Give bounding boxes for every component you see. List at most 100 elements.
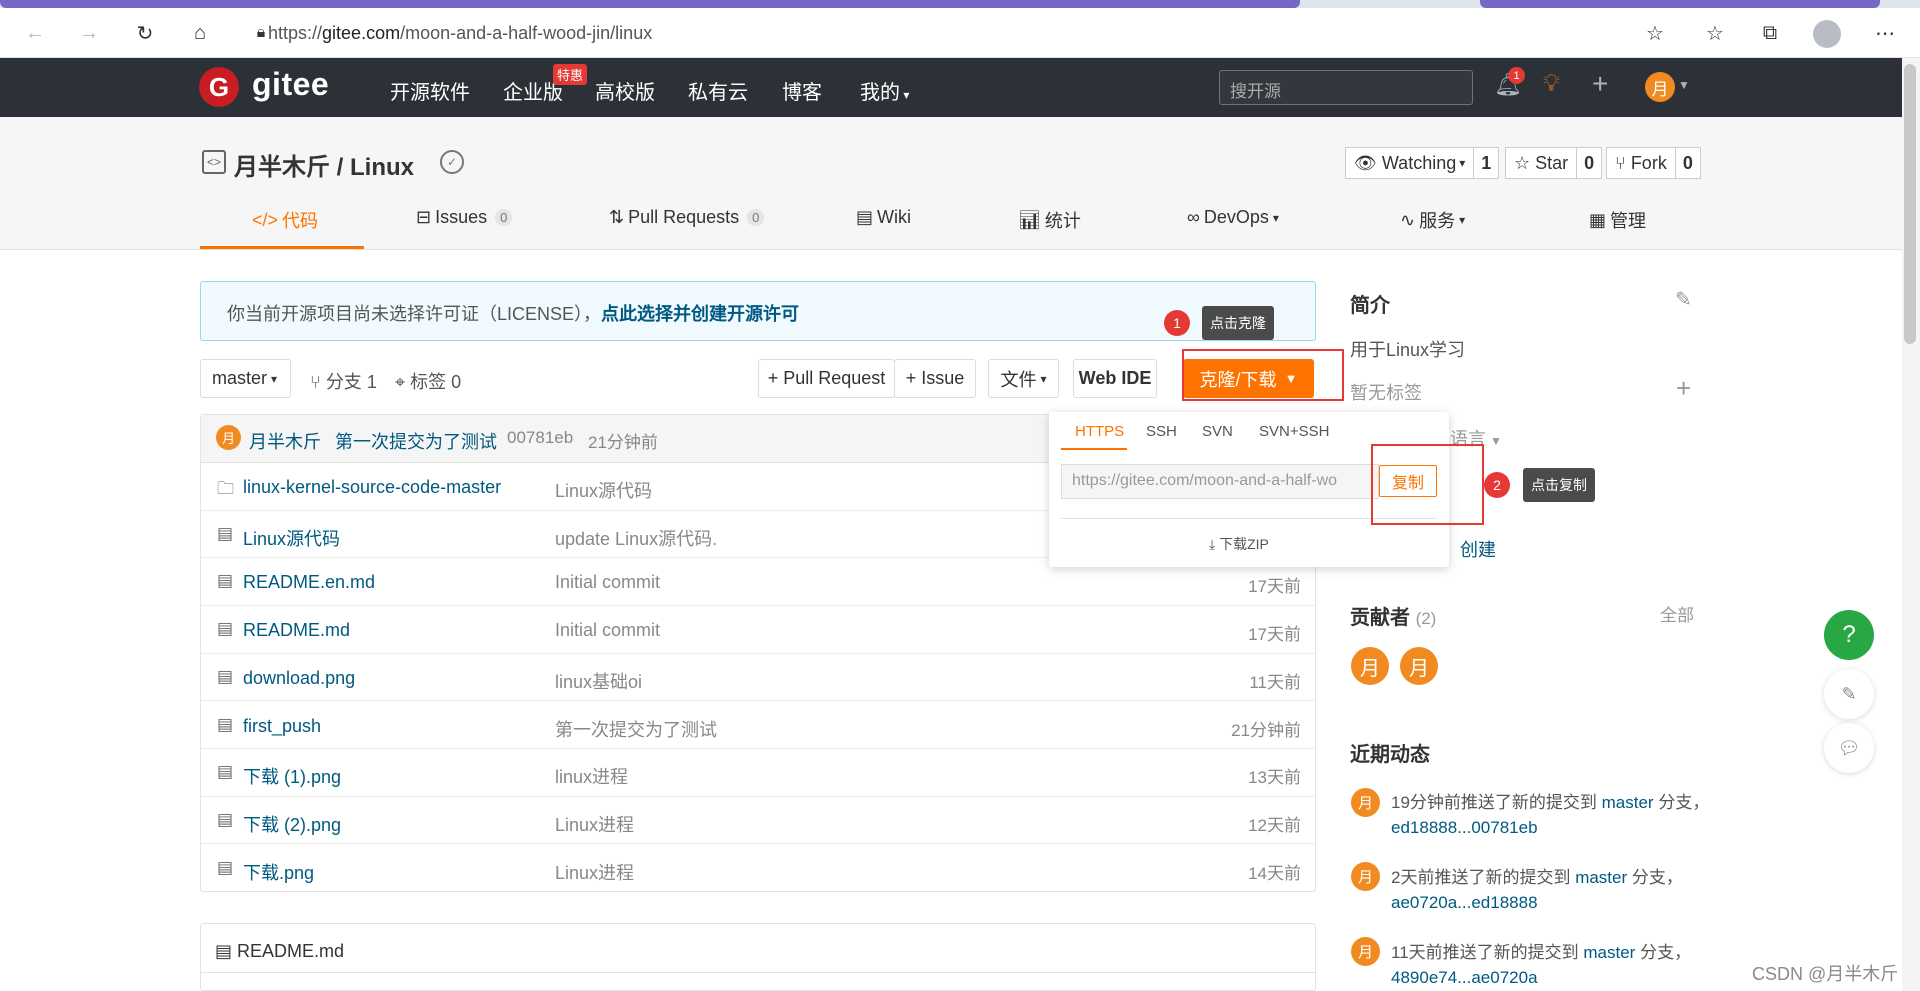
tab-https[interactable]: HTTPS: [1075, 423, 1124, 440]
file-commit-message[interactable]: update Linux源代码.: [555, 525, 717, 551]
pull-request-button[interactable]: + Pull Request: [758, 359, 895, 398]
fork-button[interactable]: ⑂ Fork 0: [1606, 147, 1701, 179]
license-create-link[interactable]: 点此选择并创建开源许可: [601, 304, 799, 324]
nav-education[interactable]: 高校版: [595, 76, 655, 105]
tab-svn-ssh[interactable]: SVN+SSH: [1259, 423, 1329, 440]
readme-header[interactable]: ▤ README.md: [215, 941, 344, 962]
nav-private-cloud[interactable]: 私有云: [688, 76, 748, 105]
home-icon[interactable]: ⌂: [185, 18, 215, 48]
edit-feedback-icon[interactable]: ✎: [1824, 669, 1874, 719]
commit-hash[interactable]: 00781eb: [507, 428, 573, 448]
activity-branch-link[interactable]: master: [1575, 868, 1627, 887]
activity-commit-range-link[interactable]: ae0720a...ed18888: [1391, 893, 1538, 912]
activity-avatar[interactable]: 月: [1351, 937, 1380, 966]
file-name-link[interactable]: 下载 (1).png: [243, 763, 341, 789]
table-row[interactable]: ▤ download.png linux基础oi 11天前: [201, 654, 1315, 702]
search-input[interactable]: 搜开源: [1219, 70, 1473, 105]
more-icon[interactable]: ⋯: [1870, 18, 1900, 48]
browser-tab-bar[interactable]: [1480, 0, 1880, 8]
watching-count[interactable]: 1: [1474, 153, 1498, 174]
chat-icon[interactable]: 💬︎: [1824, 723, 1874, 773]
file-commit-message[interactable]: linux进程: [555, 763, 628, 789]
branch-select[interactable]: master ▾: [200, 359, 291, 398]
scrollbar-thumb[interactable]: [1904, 64, 1916, 344]
forward-icon[interactable]: →: [74, 18, 104, 48]
clone-url-field[interactable]: https://gitee.com/moon-and-a-half-wo: [1061, 464, 1379, 499]
file-name-link[interactable]: README.md: [243, 620, 350, 641]
file-name-link[interactable]: README.en.md: [243, 572, 375, 593]
repo-title[interactable]: 月半木斤 / Linux: [234, 147, 414, 182]
file-commit-message[interactable]: Initial commit: [555, 620, 660, 641]
commit-author-avatar[interactable]: 月: [216, 425, 241, 450]
back-icon[interactable]: ←: [20, 18, 50, 48]
table-row[interactable]: ▤ 下载 (1).png linux进程 13天前: [201, 749, 1315, 797]
tab-wiki[interactable]: ▤ Wiki: [856, 207, 911, 228]
tab-services[interactable]: ∿ 服务 ▾: [1400, 207, 1465, 233]
create-link[interactable]: 创建: [1460, 536, 1496, 562]
chevron-down-icon[interactable]: ▼: [1678, 78, 1690, 92]
tags-link[interactable]: ⌖ 标签 0: [395, 368, 461, 394]
table-row[interactable]: ▤ first_push 第一次提交为了测试 21分钟前: [201, 702, 1315, 749]
activity-commit-range-link[interactable]: 4890e74...ae0720a: [1391, 968, 1538, 987]
file-commit-message[interactable]: Linux源代码: [555, 477, 652, 503]
activity-branch-link[interactable]: master: [1602, 793, 1654, 812]
gitee-logo-icon[interactable]: G: [199, 67, 239, 107]
edit-icon[interactable]: ✎: [1675, 287, 1692, 312]
plus-icon[interactable]: +: [1592, 68, 1608, 100]
lightbulb-icon[interactable]: 💡︎: [1543, 70, 1560, 98]
collections-icon[interactable]: ⧉: [1755, 18, 1785, 48]
file-menu-button[interactable]: 文件 ▾: [988, 359, 1059, 398]
user-avatar[interactable]: 月: [1645, 72, 1675, 102]
file-commit-message[interactable]: linux基础oi: [555, 668, 642, 694]
watching-button[interactable]: 👁︎ Watching ▾ 1: [1345, 147, 1500, 179]
tab-manage[interactable]: ▦ 管理: [1589, 207, 1646, 233]
tab-stats[interactable]: 📊︎ 统计: [1018, 207, 1081, 233]
favorite-add-icon[interactable]: ☆: [1640, 18, 1670, 48]
table-row[interactable]: ▤ 下载 (2).png Linux进程 12天前: [201, 797, 1315, 845]
download-zip-link[interactable]: ⤓ 下载ZIP: [1209, 534, 1269, 554]
file-commit-message[interactable]: Linux进程: [555, 811, 634, 837]
contributor-avatar[interactable]: 月: [1351, 647, 1389, 685]
nav-mine[interactable]: 我的 ▾: [860, 76, 909, 105]
file-commit-message[interactable]: Initial commit: [555, 572, 660, 593]
file-name-link[interactable]: first_push: [243, 716, 321, 737]
star-count[interactable]: 0: [1577, 153, 1601, 174]
branches-link[interactable]: ⑂ 分支 1: [310, 368, 377, 394]
tab-code[interactable]: </> 代码: [252, 207, 318, 233]
file-commit-message[interactable]: 第一次提交为了测试: [555, 716, 717, 742]
address-bar[interactable]: https://gitee.com/moon-and-a-half-wood-j…: [268, 17, 652, 49]
recommend-badge-icon[interactable]: ✓: [440, 150, 464, 174]
tab-svn[interactable]: SVN: [1202, 423, 1233, 440]
browser-tab-bar[interactable]: [0, 0, 1300, 8]
activity-commit-range-link[interactable]: ed18888...00781eb: [1391, 818, 1538, 837]
star-button[interactable]: ☆ Star 0: [1505, 147, 1603, 179]
issue-button[interactable]: + Issue: [894, 359, 976, 398]
contributors-all-link[interactable]: 全部: [1660, 601, 1694, 626]
contributor-avatar[interactable]: 月: [1400, 647, 1438, 685]
commit-author[interactable]: 月半木斤: [249, 428, 321, 454]
reload-icon[interactable]: ↻: [130, 18, 160, 48]
gitee-logo-text[interactable]: gitee: [252, 66, 329, 103]
table-row[interactable]: ▤ README.md Initial commit 17天前: [201, 606, 1315, 654]
file-name-link[interactable]: 下载 (2).png: [243, 811, 341, 837]
profile-icon[interactable]: [1813, 20, 1841, 48]
tab-devops[interactable]: ∞ DevOps ▾: [1187, 207, 1279, 228]
activity-avatar[interactable]: 月: [1351, 862, 1380, 891]
file-name-link[interactable]: download.png: [243, 668, 355, 689]
nav-open-source[interactable]: 开源软件: [390, 76, 470, 105]
file-name-link[interactable]: linux-kernel-source-code-master: [243, 477, 501, 498]
help-button[interactable]: ?: [1824, 610, 1874, 660]
commit-message[interactable]: 第一次提交为了测试: [335, 428, 497, 454]
activity-avatar[interactable]: 月: [1351, 788, 1380, 817]
file-name-link[interactable]: Linux源代码: [243, 525, 340, 551]
tab-issues[interactable]: ⊟ Issues 0: [416, 207, 513, 228]
web-ide-button[interactable]: Web IDE: [1073, 359, 1157, 398]
nav-blog[interactable]: 博客: [782, 76, 822, 105]
table-row[interactable]: ▤ 下载.png Linux进程 14天前: [201, 845, 1315, 893]
file-commit-message[interactable]: Linux进程: [555, 859, 634, 885]
activity-branch-link[interactable]: master: [1583, 943, 1635, 962]
tab-ssh[interactable]: SSH: [1146, 423, 1177, 440]
add-tag-icon[interactable]: +: [1676, 373, 1691, 404]
file-name-link[interactable]: 下载.png: [243, 859, 314, 885]
fork-count[interactable]: 0: [1676, 153, 1700, 174]
